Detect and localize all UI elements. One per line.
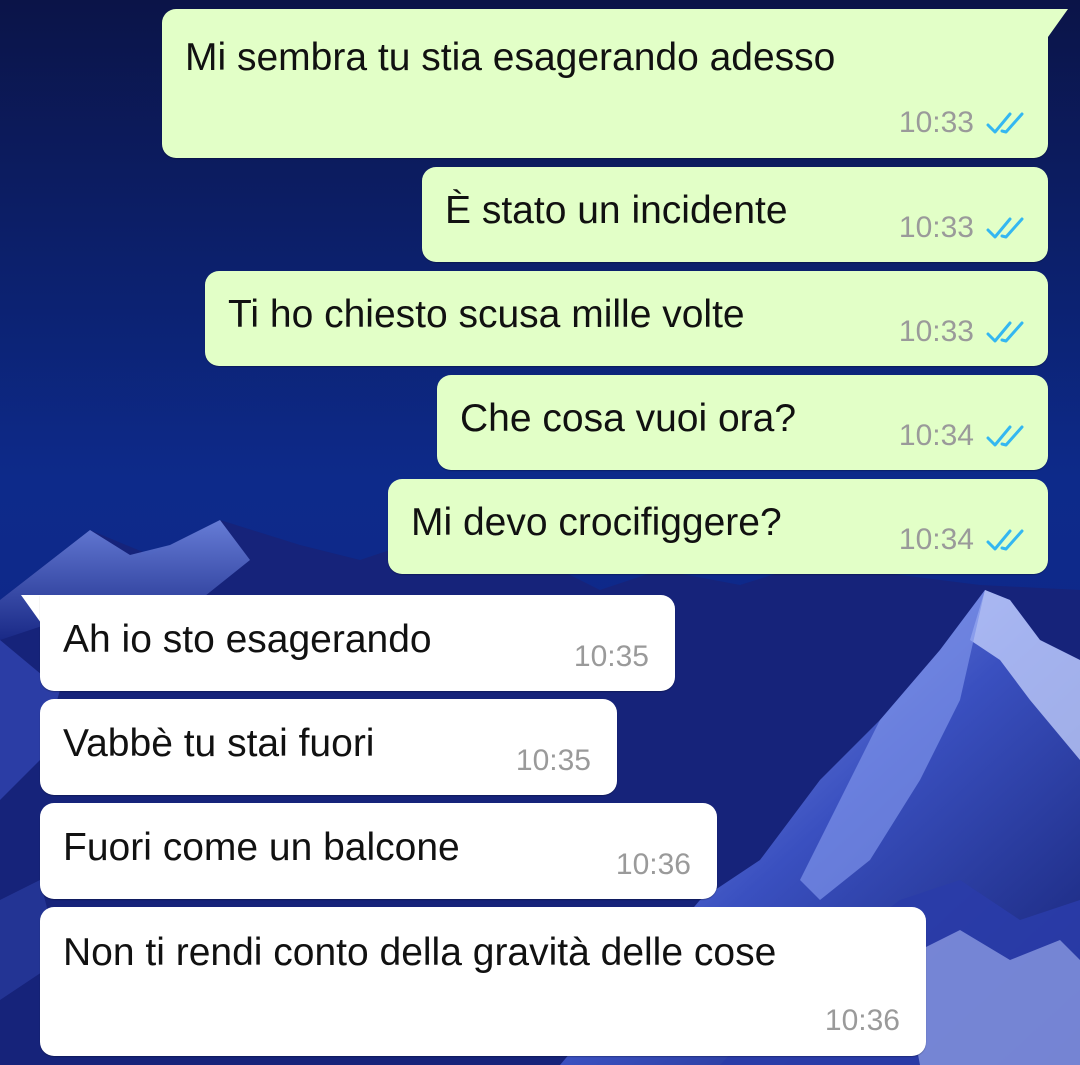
bubble-tail-incoming: [21, 595, 41, 623]
message-meta: 10:36: [616, 848, 691, 882]
message-text: Non ti rendi conto della gravità delle c…: [63, 931, 777, 974]
message-time: 10:35: [515, 744, 591, 777]
message-text: Fuori come un balcone: [63, 826, 460, 869]
message-meta: 10:35: [516, 744, 591, 778]
message-time: 10:34: [898, 419, 974, 452]
message-bubble-incoming[interactable]: Fuori come un balcone 10:36: [40, 803, 717, 899]
message-text: È stato un incidente: [445, 189, 788, 232]
message-text: Vabbè tu stai fuori: [63, 722, 375, 765]
message-meta: 10:36: [825, 1004, 900, 1038]
message-meta: 10:34: [899, 419, 1026, 453]
message-time: 10:34: [898, 523, 974, 556]
message-meta: 10:33: [899, 211, 1026, 245]
double-check-read-icon: [986, 425, 1024, 447]
message-bubble-outgoing[interactable]: Che cosa vuoi ora? 10:34: [437, 375, 1048, 470]
message-bubble-outgoing[interactable]: Mi sembra tu stia esagerando adesso 10:3…: [162, 9, 1048, 158]
message-time: 10:33: [898, 211, 974, 244]
message-bubble-incoming[interactable]: Vabbè tu stai fuori 10:35: [40, 699, 617, 795]
message-text: Mi devo crocifiggere?: [411, 501, 782, 544]
message-meta: 10:34: [899, 523, 1026, 557]
message-time: 10:33: [898, 106, 974, 139]
message-meta: 10:35: [574, 640, 649, 674]
message-time: 10:36: [824, 1004, 900, 1037]
double-check-read-icon: [986, 529, 1024, 551]
message-bubble-outgoing[interactable]: Mi devo crocifiggere? 10:34: [388, 479, 1048, 574]
double-check-read-icon: [986, 217, 1024, 239]
message-meta: 10:33: [899, 106, 1026, 140]
message-bubble-incoming[interactable]: Ah io sto esagerando 10:35: [40, 595, 675, 691]
message-text: Ah io sto esagerando: [63, 618, 432, 661]
chat-area: Mi sembra tu stia esagerando adesso 10:3…: [0, 0, 1080, 1065]
message-bubble-outgoing[interactable]: Ti ho chiesto scusa mille volte 10:33: [205, 271, 1048, 366]
double-check-read-icon: [986, 321, 1024, 343]
message-time: 10:33: [898, 315, 974, 348]
message-text: Che cosa vuoi ora?: [460, 397, 797, 440]
bubble-tail-outgoing: [1048, 9, 1068, 37]
message-bubble-outgoing[interactable]: È stato un incidente 10:33: [422, 167, 1048, 262]
double-check-read-icon: [986, 112, 1024, 134]
message-text: Mi sembra tu stia esagerando adesso: [185, 36, 836, 79]
message-time: 10:35: [573, 640, 649, 673]
message-meta: 10:33: [899, 315, 1026, 349]
message-time: 10:36: [615, 848, 691, 881]
message-bubble-incoming[interactable]: Non ti rendi conto della gravità delle c…: [40, 907, 926, 1056]
message-text: Ti ho chiesto scusa mille volte: [228, 293, 745, 336]
